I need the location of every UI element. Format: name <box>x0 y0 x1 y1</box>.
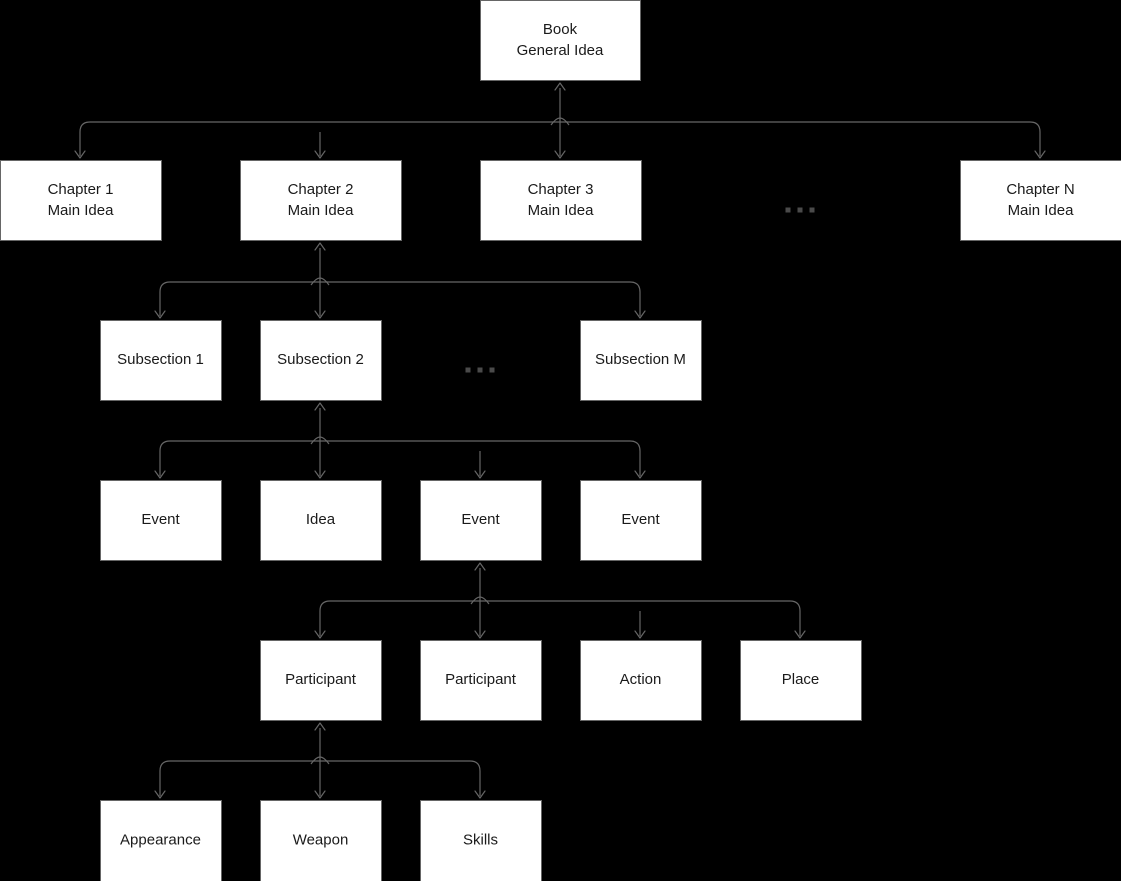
node-weapon-1[interactable]: Weapon <box>260 800 382 881</box>
ellipsis-dot <box>785 207 791 213</box>
node-action-1[interactable]: Action <box>580 640 702 721</box>
node-event-2[interactable]: Event <box>420 480 542 561</box>
node-label-line1: Chapter 2 <box>288 181 354 198</box>
ellipsis-chapters-ellipsis <box>785 207 815 213</box>
node-label-line1: Appearance <box>120 831 201 848</box>
node-label-line1: Subsection 2 <box>277 351 364 368</box>
node-skills-1[interactable]: Skills <box>420 800 542 881</box>
node-appearance-1[interactable]: Appearance <box>100 800 222 881</box>
node-label-line1: Participant <box>445 671 517 688</box>
node-label-line1: Book <box>543 21 578 38</box>
node-label-line1: Chapter 3 <box>528 181 594 198</box>
node-chapter-3[interactable]: Chapter 3 Main Idea <box>480 160 642 241</box>
node-chapter-2[interactable]: Chapter 2 Main Idea <box>240 160 402 241</box>
edge-bus <box>159 440 641 452</box>
edge-group-subsection2-to-events <box>154 402 646 479</box>
ellipsis-dot <box>465 367 471 373</box>
node-subsection-2[interactable]: Subsection 2 <box>260 320 382 401</box>
node-box <box>240 160 402 241</box>
edge-bus <box>319 600 801 612</box>
ellipsis-dot <box>477 367 483 373</box>
node-label-line1: Chapter N <box>1006 181 1074 198</box>
ellipsis-subsections-ellipsis <box>465 367 495 373</box>
node-event-1[interactable]: Event <box>100 480 222 561</box>
node-box <box>480 160 642 241</box>
node-participant-2[interactable]: Participant <box>420 640 542 721</box>
node-label-line1: Skills <box>463 831 498 848</box>
edge-group-event2-to-components <box>314 562 806 639</box>
hierarchy-diagram: BookGeneral IdeaChapter 1Main IdeaChapte… <box>0 0 1121 881</box>
ellipsis-dot <box>797 207 803 213</box>
node-box <box>960 160 1121 241</box>
node-place-1[interactable]: Place <box>740 640 862 721</box>
node-book[interactable]: Book General Idea <box>480 0 641 81</box>
node-chapter-1[interactable]: Chapter 1 Main Idea <box>0 160 162 241</box>
node-label-line1: Chapter 1 <box>48 181 114 198</box>
node-subsection-1[interactable]: Subsection 1 <box>100 320 222 401</box>
node-label-line2: General Idea <box>517 42 604 59</box>
edge-group-book-to-chapters <box>74 82 1046 159</box>
ellipsis-dot <box>809 207 815 213</box>
diagram-canvas-root: Book General Idea Chapter 1 Main Idea Chapte… <box>0 0 1121 881</box>
edge-group-chapter2-to-subsections <box>154 242 646 319</box>
node-label-line2: Main Idea <box>288 202 355 219</box>
node-label-line1: Event <box>621 511 660 528</box>
node-box <box>0 160 162 241</box>
node-label-line1: Action <box>620 671 662 688</box>
node-label-line1: Weapon <box>293 831 349 848</box>
node-participant-1[interactable]: Participant <box>260 640 382 721</box>
node-label-line2: Main Idea <box>1008 202 1075 219</box>
node-label-line2: Main Idea <box>48 202 115 219</box>
node-event-3[interactable]: Event <box>580 480 702 561</box>
node-label-line1: Participant <box>285 671 357 688</box>
edge-bus <box>159 281 641 293</box>
node-subsection-m[interactable]: Subsection M <box>580 320 702 401</box>
node-idea-1[interactable]: Idea <box>260 480 382 561</box>
edge-group-participant1-to-attributes <box>154 722 486 799</box>
node-label-line1: Place <box>782 671 820 688</box>
node-label-line2: Main Idea <box>528 202 595 219</box>
node-label-line1: Subsection 1 <box>117 351 204 368</box>
node-label-line1: Event <box>141 511 180 528</box>
ellipsis-dot <box>489 367 495 373</box>
node-label-line1: Subsection M <box>595 351 686 368</box>
node-box <box>480 0 641 81</box>
node-label-line1: Event <box>461 511 500 528</box>
node-chapter-n[interactable]: Chapter N Main Idea <box>960 160 1121 241</box>
node-label-line1: Idea <box>306 511 336 528</box>
